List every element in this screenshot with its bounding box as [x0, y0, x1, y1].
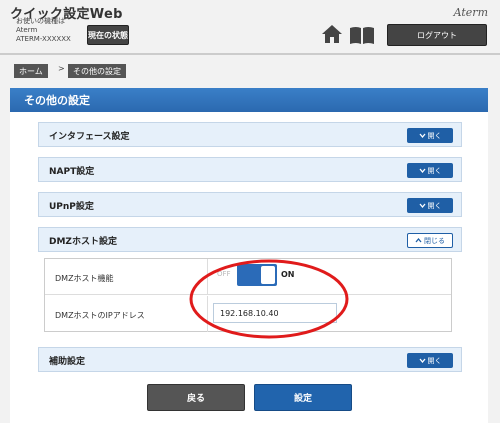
back-button[interactable]: 戻る: [147, 384, 245, 411]
expand-button-label: 開く: [427, 166, 442, 175]
dmz-ip-input[interactable]: 192.168.10.40: [213, 303, 337, 323]
section-upnp[interactable]: UPnP設定 開く: [38, 192, 462, 217]
expand-button[interactable]: 開く: [407, 353, 453, 368]
expand-button-label: 開く: [427, 356, 442, 365]
dmz-function-label: DMZホスト機能: [55, 274, 114, 283]
breadcrumb-home[interactable]: ホーム: [14, 64, 48, 78]
dmz-ip-label: DMZホストのIPアドレス: [55, 311, 145, 320]
section-label: 補助設定: [49, 357, 86, 367]
page-title: その他の設定: [24, 94, 90, 107]
chevron-down-icon: [419, 358, 425, 363]
model-name-line2: ATERM-XXXXXX: [16, 35, 71, 43]
logout-button[interactable]: ログアウト: [387, 24, 487, 46]
toggle-knob[interactable]: [261, 266, 275, 284]
model-name-line1: Aterm: [16, 26, 38, 34]
home-icon[interactable]: [321, 24, 343, 44]
breadcrumb-current: その他の設定: [68, 64, 126, 78]
model-caption: お使いの機種は: [16, 17, 65, 25]
chevron-down-icon: [419, 168, 425, 173]
submit-button[interactable]: 設定: [254, 384, 352, 411]
breadcrumb-separator: >: [58, 64, 65, 73]
chevron-down-icon: [419, 133, 425, 138]
toggle-off-label: OFF: [217, 270, 231, 278]
dmz-function-toggle[interactable]: [237, 264, 277, 286]
expand-button[interactable]: 開く: [407, 128, 453, 143]
collapse-button[interactable]: 閉じる: [407, 233, 453, 248]
collapse-button-label: 閉じる: [424, 236, 445, 245]
section-label: DMZホスト設定: [49, 237, 117, 247]
header-divider: [0, 53, 500, 55]
page-heading-bar: その他の設定: [10, 88, 488, 112]
chevron-down-icon: [419, 203, 425, 208]
chevron-up-icon: [415, 238, 422, 243]
toggle-on-label: ON: [281, 270, 295, 279]
section-dmz-host[interactable]: DMZホスト設定 閉じる: [38, 227, 462, 252]
expand-button[interactable]: 開く: [407, 198, 453, 213]
section-napt[interactable]: NAPT設定 開く: [38, 157, 462, 182]
expand-button-label: 開く: [427, 131, 442, 140]
section-auxiliary[interactable]: 補助設定 開く: [38, 347, 462, 372]
section-label: UPnP設定: [49, 202, 94, 212]
expand-button-label: 開く: [427, 201, 442, 210]
section-label: NAPT設定: [49, 167, 95, 177]
book-icon[interactable]: [349, 25, 375, 45]
expand-button[interactable]: 開く: [407, 163, 453, 178]
brand-logo: Aterm: [453, 6, 488, 19]
column-divider: [207, 259, 208, 294]
column-divider: [207, 296, 208, 332]
section-label: インタフェース設定: [49, 132, 130, 142]
section-interface[interactable]: インタフェース設定 開く: [38, 122, 462, 147]
status-button[interactable]: 現在の状態: [87, 25, 129, 45]
